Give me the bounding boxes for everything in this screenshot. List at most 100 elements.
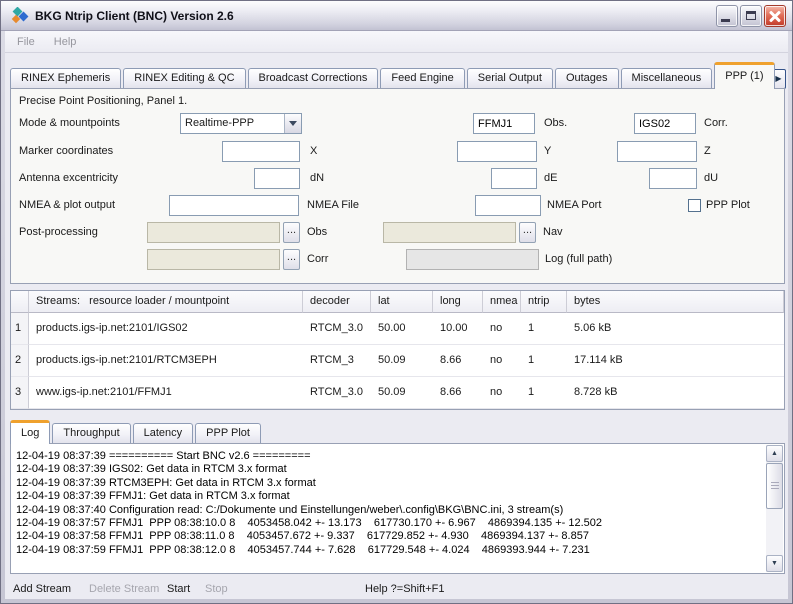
cell-lat: 50.00 [371, 313, 433, 345]
main-tab-bar: RINEX Ephemeris RINEX Editing & QC Broad… [10, 62, 786, 89]
marker-y-field[interactable] [457, 141, 537, 162]
cell-nmea: no [483, 377, 521, 409]
browse-obs-button[interactable]: ... [283, 222, 300, 243]
row-number: 1 [11, 313, 29, 345]
log-line: 12-04-19 08:37:39 RTCM3EPH: Get data in … [16, 477, 762, 490]
tab-miscellaneous[interactable]: Miscellaneous [621, 68, 713, 89]
menu-file[interactable]: File [9, 31, 43, 53]
tab-log[interactable]: Log [10, 420, 50, 444]
marker-coordinates-label: Marker coordinates [19, 141, 113, 162]
browse-nav-button[interactable]: ... [519, 222, 536, 243]
streams-table: Streams: resource loader / mountpoint de… [10, 290, 785, 410]
antenna-de-field[interactable] [491, 168, 537, 189]
ppp-plot-label: PPP Plot [706, 195, 750, 216]
tab-serial-output[interactable]: Serial Output [467, 68, 553, 89]
du-label: dU [704, 168, 718, 189]
title-bar[interactable]: BKG Ntrip Client (BNC) Version 2.6 [1, 1, 792, 31]
header-ntrip[interactable]: ntrip [521, 291, 567, 313]
cell-mountpoint: products.igs-ip.net:2101/IGS02 [29, 313, 303, 345]
browse-corr-button[interactable]: ... [283, 249, 300, 270]
tab-feed-engine[interactable]: Feed Engine [380, 68, 464, 89]
streams-table-header: Streams: resource loader / mountpoint de… [11, 291, 784, 313]
marker-z-field[interactable] [617, 141, 697, 162]
log-scrollbar[interactable]: ▲ ▼ [766, 445, 783, 572]
minimize-button[interactable] [716, 5, 738, 27]
ppp-plot-checkbox[interactable] [688, 199, 701, 212]
menu-help[interactable]: Help [46, 31, 85, 53]
ppp-mode-select[interactable]: Realtime-PPP [180, 113, 302, 134]
post-log-label: Log (full path) [545, 249, 612, 270]
app-window: BKG Ntrip Client (BNC) Version 2.6 File … [0, 0, 793, 604]
table-row[interactable]: 2 products.igs-ip.net:2101/RTCM3EPH RTCM… [11, 345, 784, 377]
up-arrow-icon: ▲ [771, 450, 778, 457]
nmea-plot-output-label: NMEA & plot output [19, 195, 115, 216]
z-label: Z [704, 141, 711, 162]
tab-outages[interactable]: Outages [555, 68, 619, 89]
marker-x-field[interactable] [222, 141, 300, 162]
command-bar: Add Stream Delete Stream Start Stop Help… [5, 577, 788, 601]
log-line: 12-04-19 08:37:59 FFMJ1 PPP 08:38:12.0 8… [16, 544, 762, 557]
log-text[interactable]: 12-04-19 08:37:39 ========== Start BNC v… [16, 450, 762, 570]
table-row[interactable]: 3 www.igs-ip.net:2101/FFMJ1 RTCM_3.0 50.… [11, 377, 784, 409]
right-arrow-icon: ▶ [775, 74, 781, 83]
scrollbar-thumb[interactable] [766, 463, 783, 509]
header-mountpoint[interactable]: Streams: resource loader / mountpoint [29, 291, 303, 313]
nmea-file-label: NMEA File [307, 195, 359, 216]
output-tab-bar: Log Throughput Latency PPP Plot [10, 420, 786, 444]
header-bytes[interactable]: bytes [567, 291, 784, 313]
obs-mountpoint-field[interactable] [473, 113, 535, 134]
row-number: 2 [11, 345, 29, 377]
cell-ntrip: 1 [521, 345, 567, 377]
minimize-icon [721, 19, 730, 22]
header-long[interactable]: long [433, 291, 483, 313]
cell-long: 8.66 [433, 345, 483, 377]
post-log-field [406, 249, 539, 270]
tab-ppp-plot[interactable]: PPP Plot [195, 423, 261, 444]
scroll-up-button[interactable]: ▲ [766, 445, 783, 462]
log-line: 12-04-19 08:37:40 Configuration read: C:… [16, 504, 762, 517]
corr-mountpoint-field[interactable] [634, 113, 696, 134]
cell-lat: 50.09 [371, 377, 433, 409]
menu-bar: File Help [5, 31, 788, 53]
antenna-dn-field[interactable] [254, 168, 300, 189]
post-corr-label: Corr [307, 249, 328, 270]
window-title: BKG Ntrip Client (BNC) Version 2.6 [35, 1, 234, 31]
header-lat[interactable]: lat [371, 291, 433, 313]
cell-bytes: 5.06 kB [567, 313, 784, 345]
post-obs-label: Obs [307, 222, 327, 243]
delete-stream-button: Delete Stream [89, 577, 159, 601]
log-line: 12-04-19 08:37:57 FFMJ1 PPP 08:38:10.0 8… [16, 517, 762, 530]
maximize-button[interactable] [740, 5, 762, 27]
tab-rinex-ephemeris[interactable]: RINEX Ephemeris [10, 68, 121, 89]
antenna-du-field[interactable] [649, 168, 697, 189]
x-label: X [310, 141, 317, 162]
client-area: RINEX Ephemeris RINEX Editing & QC Broad… [5, 53, 788, 599]
start-button[interactable]: Start [167, 577, 190, 601]
table-row[interactable]: 1 products.igs-ip.net:2101/IGS02 RTCM_3.… [11, 313, 784, 345]
cell-nmea: no [483, 313, 521, 345]
log-line: 12-04-19 08:37:58 FFMJ1 PPP 08:38:11.0 8… [16, 530, 762, 543]
tab-latency[interactable]: Latency [133, 423, 194, 444]
tab-ppp-1[interactable]: PPP (1) [714, 62, 774, 89]
tab-broadcast-corrections[interactable]: Broadcast Corrections [248, 68, 379, 89]
panel-caption: Precise Point Positioning, Panel 1. [19, 91, 187, 112]
cell-mountpoint: www.igs-ip.net:2101/FFMJ1 [29, 377, 303, 409]
maximize-icon [746, 11, 756, 20]
scroll-down-button[interactable]: ▼ [766, 555, 783, 572]
close-button[interactable] [764, 5, 786, 27]
cell-decoder: RTCM_3.0 [303, 377, 371, 409]
tab-rinex-editing-qc[interactable]: RINEX Editing & QC [123, 68, 245, 89]
post-corr-field [147, 249, 280, 270]
header-nmea[interactable]: nmea [483, 291, 521, 313]
header-decoder[interactable]: decoder [303, 291, 371, 313]
row-number: 3 [11, 377, 29, 409]
nmea-port-field[interactable] [475, 195, 541, 216]
cell-long: 8.66 [433, 377, 483, 409]
antenna-excentricity-label: Antenna excentricity [19, 168, 118, 189]
add-stream-button[interactable]: Add Stream [13, 577, 71, 601]
nmea-file-field[interactable] [169, 195, 299, 216]
de-label: dE [544, 168, 557, 189]
tab-throughput[interactable]: Throughput [52, 423, 130, 444]
cell-ntrip: 1 [521, 377, 567, 409]
combo-dropdown-icon[interactable] [284, 114, 301, 133]
